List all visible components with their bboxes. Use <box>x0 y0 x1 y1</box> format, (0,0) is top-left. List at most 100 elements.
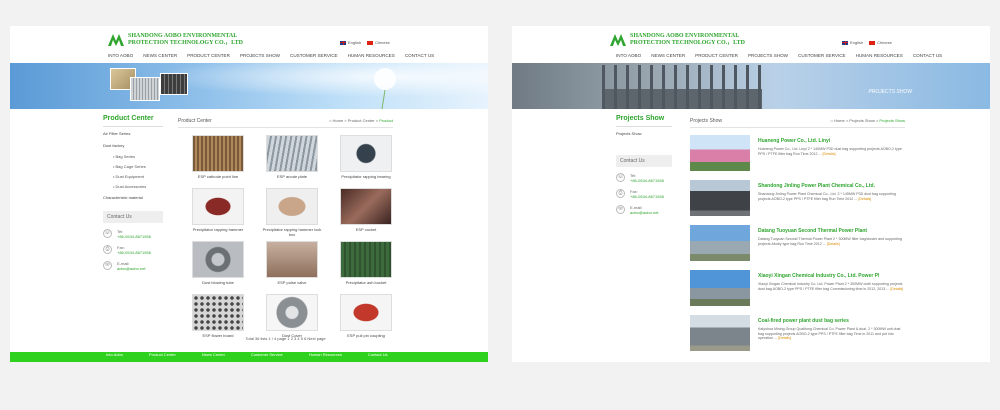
nav-news-center[interactable]: NEWS CENTER <box>651 53 685 63</box>
project-title[interactable]: Datang Tuoyuan Second Thermal Power Plan… <box>758 228 905 234</box>
details-link[interactable]: [Details] <box>827 242 840 246</box>
project-photo[interactable] <box>690 180 750 216</box>
footer-link[interactable]: Human Resources <box>309 352 342 362</box>
email-link[interactable]: aobo@aobo.net <box>630 210 659 215</box>
nav-projects-show[interactable]: PROJECTS SHOW <box>748 53 788 63</box>
lang-chinese-label: Chinese <box>877 40 892 45</box>
nav-contact-us[interactable]: CONTACT US <box>405 53 434 63</box>
product-thumbnail[interactable] <box>340 241 392 278</box>
product-caption[interactable]: Dust blowing tube <box>188 280 248 290</box>
email-link[interactable]: aobo@aobo.net <box>117 266 146 271</box>
sidebar-sub-dust-accessories[interactable]: • Dust Accessories <box>103 181 163 191</box>
project-desc: Kaiyuhua Mining Group Qualitong Chemical… <box>758 327 905 341</box>
sidebar-sub-bag-cage[interactable]: • Bag Cage Series <box>103 161 163 171</box>
details-link[interactable]: [Details] <box>823 152 836 156</box>
product-thumbnail[interactable] <box>192 188 244 225</box>
lang-english-link[interactable]: English <box>340 40 361 45</box>
tel-value: +86-0534-8671556 <box>630 178 664 183</box>
nav-into-aobo[interactable]: INTO AOBO <box>108 53 133 63</box>
nav-projects-show[interactable]: PROJECTS SHOW <box>240 53 280 63</box>
company-name: SHANDONG AOBO ENVIRONMENTAL PROTECTION T… <box>630 33 745 46</box>
fax-value: +86-0534-8671556 <box>630 194 664 199</box>
project-desc-text: Shandong Jinling Power Plant Chemical Co… <box>758 192 896 201</box>
product-thumbnail[interactable] <box>192 135 244 172</box>
product-thumbnail[interactable] <box>266 135 318 172</box>
product-card[interactable]: ESP anode plate <box>262 135 322 184</box>
project-photo[interactable] <box>690 135 750 171</box>
uk-flag-icon <box>340 40 346 45</box>
product-caption[interactable]: Precipitator rapping hammer <box>188 227 248 237</box>
product-caption[interactable]: ESP anode plate <box>262 174 322 184</box>
footer-link[interactable]: Into Aobo <box>106 352 123 362</box>
project-item[interactable]: Shandong Jinling Power Plant Chemical Co… <box>690 180 905 225</box>
nav-news-center[interactable]: NEWS CENTER <box>143 53 177 63</box>
product-caption[interactable]: Precipitator ash bucket <box>336 280 396 290</box>
project-item[interactable]: Xiaoyi Xingan Chemical Industry Co., Ltd… <box>690 270 905 315</box>
aobo-logo-icon[interactable] <box>108 34 124 46</box>
product-card[interactable]: Precipitator rapping bearing <box>336 135 396 184</box>
project-item[interactable]: Datang Tuoyuan Second Thermal Power Plan… <box>690 225 905 270</box>
aobo-logo-icon[interactable] <box>610 34 626 46</box>
project-photo[interactable] <box>690 315 750 351</box>
lang-english-label: English <box>348 40 362 45</box>
product-caption[interactable]: ESP cathode point line <box>188 174 248 184</box>
project-item[interactable]: Coal-fired power plant dust bag series Ka… <box>690 315 905 360</box>
lang-chinese-link[interactable]: Chinese <box>869 40 892 45</box>
product-thumbnail[interactable] <box>192 241 244 278</box>
sidebar-sub-bag-series[interactable]: • Bag Series <box>103 151 163 161</box>
product-card[interactable]: Dust blowing tube <box>188 241 248 290</box>
project-title[interactable]: Huaneng Power Co., Ltd. Linyi <box>758 138 905 144</box>
nav-product-center[interactable]: PRODUCT CENTER <box>695 53 738 63</box>
project-title[interactable]: Coal-fired power plant dust bag series <box>758 318 905 324</box>
breadcrumb-path[interactable]: Home > Projects Show > <box>834 118 879 123</box>
product-caption[interactable]: ESP cocket <box>336 227 396 237</box>
lang-english-link[interactable]: English <box>842 40 863 45</box>
details-link[interactable]: [Details] <box>778 336 791 340</box>
sidebar-sub-label: Bag Cage Series <box>115 164 146 169</box>
nav-human-resources[interactable]: HUMAN RESOURCES <box>348 53 395 63</box>
product-caption[interactable]: Precipitator rapping bearing <box>336 174 396 184</box>
product-card[interactable]: Precipitator rapping hammer <box>188 188 248 237</box>
product-thumbnail[interactable] <box>266 241 318 278</box>
project-photo[interactable] <box>690 225 750 261</box>
product-card[interactable]: Precipitator rapping hammer lock box <box>262 188 322 237</box>
project-title[interactable]: Shandong Jinling Power Plant Chemical Co… <box>758 183 905 189</box>
product-card[interactable]: ESP cocket <box>336 188 396 237</box>
lang-chinese-link[interactable]: Chinese <box>367 40 390 45</box>
breadcrumb-path[interactable]: Home > Product Center > <box>333 118 380 123</box>
footer-link[interactable]: News Center <box>202 352 225 362</box>
nav-customer-service[interactable]: CUSTOMER SERVICE <box>798 53 846 63</box>
product-card[interactable]: ESP pulse valve <box>262 241 322 290</box>
product-card[interactable]: ESP cathode point line <box>188 135 248 184</box>
project-title[interactable]: Xiaoyi Xingan Chemical Industry Co., Ltd… <box>758 273 905 279</box>
product-card[interactable]: Precipitator ash bucket <box>336 241 396 290</box>
sidebar-item-air-filter[interactable]: Air Filter Series <box>103 127 163 139</box>
nav-into-aobo[interactable]: INTO AOBO <box>616 53 641 63</box>
phone-icon: ☏ <box>616 173 625 182</box>
product-thumbnail[interactable] <box>266 188 318 225</box>
product-thumbnail[interactable] <box>266 294 318 331</box>
nav-human-resources[interactable]: HUMAN RESOURCES <box>856 53 903 63</box>
sidebar-sub-dust-equipment[interactable]: • Dust Equipment <box>103 171 163 181</box>
project-item[interactable]: Huaneng Power Co., Ltd. Linyi Huaneng Pow… <box>690 135 905 180</box>
product-caption[interactable]: ESP pulse valve <box>262 280 322 290</box>
nav-product-center[interactable]: PRODUCT CENTER <box>187 53 230 63</box>
details-link[interactable]: [Details] <box>858 197 871 201</box>
product-thumbnail[interactable] <box>340 294 392 331</box>
sidebar-item-projects[interactable]: Projects Show <box>616 127 672 139</box>
product-caption[interactable]: Precipitator rapping hammer lock box <box>262 227 322 237</box>
product-thumbnail[interactable] <box>192 294 244 331</box>
footer-link[interactable]: Product Center <box>149 352 176 362</box>
project-photo[interactable] <box>690 270 750 306</box>
nav-contact-us[interactable]: CONTACT US <box>913 53 942 63</box>
nav-customer-service[interactable]: CUSTOMER SERVICE <box>290 53 338 63</box>
footer-link[interactable]: Customer Service <box>251 352 283 362</box>
sidebar-item-dust-factory[interactable]: Dust factory <box>103 139 163 151</box>
product-thumbnail[interactable] <box>340 188 392 225</box>
projects-sidebar: Projects Show Projects Show Contact Us ☏… <box>616 113 672 215</box>
sidebar-item-characteristic[interactable]: Characteristic material <box>103 191 163 203</box>
footer-link[interactable]: Contact Us <box>368 352 388 362</box>
pagination[interactable]: Total 36 lists 1 / 4 page 1 2 3 4 5 6 Ne… <box>178 336 393 341</box>
details-link[interactable]: [Details] <box>890 287 903 291</box>
product-thumbnail[interactable] <box>340 135 392 172</box>
